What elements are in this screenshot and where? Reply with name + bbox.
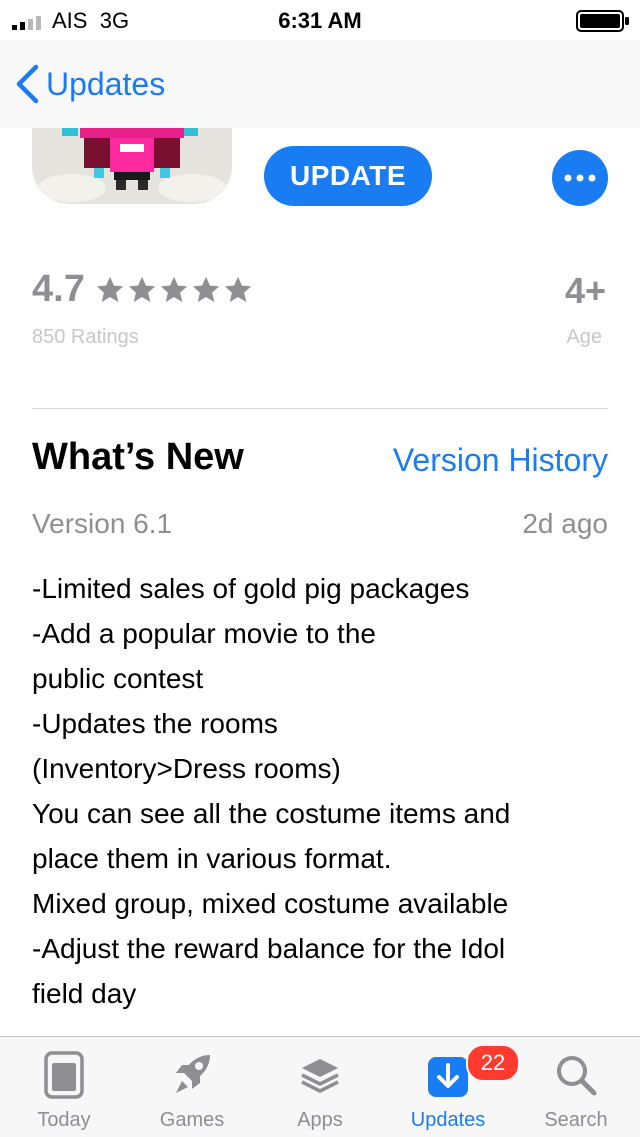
ellipsis-icon [564, 174, 596, 182]
section-title: What’s New [32, 436, 244, 478]
back-label: Updates [46, 65, 166, 102]
release-note-line: field day [32, 978, 137, 1009]
star-rating [95, 275, 253, 305]
release-note-line: public contest [32, 663, 204, 694]
version-label: Version 6.1 [32, 508, 173, 539]
more-options-button[interactable] [552, 150, 608, 206]
rating-summary: 4.7 [32, 268, 253, 311]
tab-games[interactable]: Games [128, 1037, 256, 1137]
battery-icon [576, 10, 629, 32]
age-rating: 4+ [564, 270, 606, 311]
release-note-line: (Inventory>Dress rooms) [32, 753, 341, 784]
release-note-line: -Adjust the reward balance for the Idol [32, 933, 506, 964]
age-label: Age [566, 326, 602, 348]
app-icon-artwork [32, 128, 232, 204]
version-history-link[interactable]: Version History [393, 442, 608, 479]
ratings-count[interactable]: 850 Ratings [32, 326, 139, 349]
tab-label: Search [544, 1109, 608, 1131]
rocket-icon [176, 1055, 210, 1093]
search-icon [557, 1056, 597, 1096]
updates-badge: 22 [466, 1044, 520, 1082]
tab-bar: Today Games Apps Updates Search [0, 1036, 640, 1137]
app-icon[interactable] [32, 128, 232, 204]
layers-icon [301, 1059, 339, 1093]
star-icon [128, 276, 155, 302]
today-icon [44, 1051, 84, 1099]
download-icon [428, 1057, 468, 1097]
tab-today[interactable]: Today [0, 1037, 128, 1137]
release-date: 2d ago [522, 508, 608, 539]
tab-label: Games [159, 1109, 225, 1131]
tab-apps[interactable]: Apps [256, 1037, 384, 1137]
tab-search[interactable]: Search [512, 1037, 640, 1137]
release-note-line: -Updates the rooms [32, 708, 278, 739]
release-note-line: -Limited sales of gold pig packages [32, 573, 470, 604]
star-icon [160, 276, 187, 302]
chevron-left-icon [16, 64, 39, 104]
update-button[interactable]: UPDATE [264, 146, 432, 206]
tab-label: Today [37, 1109, 91, 1131]
tab-label: Updates [410, 1109, 486, 1131]
rating-value: 4.7 [32, 268, 85, 310]
status-time: 6:31 AM [278, 8, 362, 33]
divider [32, 408, 608, 409]
tab-label: Apps [297, 1109, 343, 1131]
star-icon [96, 276, 123, 302]
release-note-line: -Add a popular movie to the [32, 618, 376, 649]
status-bar: AIS 3G 6:31 AM [0, 0, 640, 40]
star-icon [192, 276, 219, 302]
release-note-line: place them in various format. [32, 843, 392, 874]
back-button[interactable]: Updates [14, 64, 165, 104]
release-note-line: Mixed group, mixed costume available [32, 888, 509, 919]
star-icon [224, 276, 251, 302]
release-notes: -Limited sales of gold pig packages -Add… [32, 566, 612, 1016]
release-note-line: You can see all the costume items and [32, 798, 511, 829]
